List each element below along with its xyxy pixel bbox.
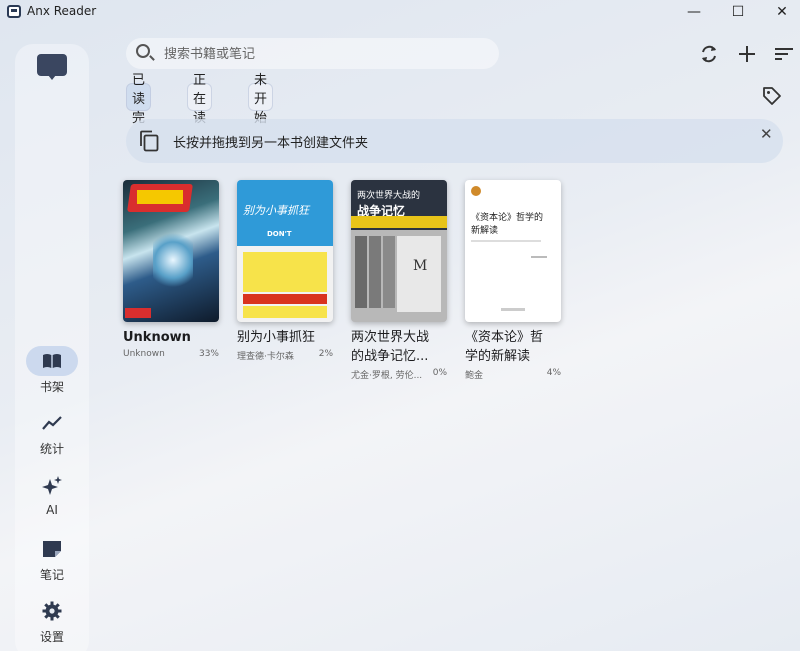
book-card[interactable]: 《资本论》哲学的 新解读 《资本论》哲 学的新解读 鲍金 4% [465,180,561,381]
book-cover[interactable]: 两次世界大战的 战争记忆 M [351,180,447,322]
sidebar-item-settings[interactable]: 设置 [15,596,89,645]
tag-icon [763,87,781,105]
sort-icon [775,48,793,60]
chart-line-icon [42,416,62,430]
book-card[interactable]: 两次世界大战的 战争记忆 M 两次世界大战 的战争记忆... 尤金·罗根, 劳伦… [351,180,447,381]
search-input[interactable] [164,43,484,65]
cover-title-text-2: 新解读 [471,226,499,236]
sidebar-item-label: 统计 [39,442,64,456]
cover-title-text: 《资本论》哲学的 [471,213,544,223]
chat-monitor-icon[interactable] [37,54,67,80]
window-title: Anx Reader [27,4,97,18]
book-progress: 2% [318,349,333,359]
cover-title-text: 两次世界大战的 [357,191,421,201]
sidebar: 书架 统计 AI 笔记 设置 [15,44,89,651]
tag-filter-button[interactable] [762,86,784,108]
sort-button[interactable] [770,40,798,68]
book-card[interactable]: 别为小事抓狂 DON'T 别为小事抓狂 理查德·卡尔森 2% [237,180,333,362]
sidebar-item-label: 笔记 [39,568,64,582]
copy-icon [140,130,159,152]
minimize-button[interactable]: — [672,0,716,24]
sync-icon [702,45,716,63]
maximize-button[interactable]: ☐ [716,0,760,24]
filter-reading[interactable]: 正在读 [187,73,213,126]
book-title: 《资本论》哲 学的新解读 [465,330,544,364]
book-card[interactable]: Unknown Unknown 33% [123,180,219,359]
sync-button[interactable] [695,40,723,68]
drag-hint-banner: 长按并拖拽到另一本书创建文件夹 ✕ [126,119,783,163]
note-icon [43,541,61,557]
sidebar-item-notes[interactable]: 笔记 [15,534,89,583]
close-window-button[interactable]: ✕ [760,0,800,24]
title-bar: Anx Reader — ☐ ✕ [0,0,800,26]
book-progress: 33% [198,349,219,359]
book-title: 别为小事抓狂 [237,330,316,345]
book-author: 鲍金 [465,371,484,381]
book-author: 尤金·罗根, 劳伦... [351,371,423,381]
search-icon [136,44,150,58]
sidebar-item-label: 书架 [39,380,64,394]
plus-icon [739,46,755,62]
add-book-button[interactable] [733,40,761,68]
book-icon [43,354,61,368]
book-title: Unknown [123,330,191,345]
book-cover[interactable]: 《资本论》哲学的 新解读 [465,180,561,322]
book-cover[interactable]: 别为小事抓狂 DON'T [237,180,333,322]
sidebar-item-stats[interactable]: 统计 [15,408,89,457]
sidebar-item-label: AI [46,503,58,517]
book-progress: 4% [546,368,561,378]
sidebar-item-ai[interactable]: AI [15,471,89,517]
sidebar-item-bookshelf[interactable]: 书架 [15,346,89,395]
filter-not-started[interactable]: 未开始 [248,73,274,126]
filter-finished[interactable]: 已读完 [126,73,152,126]
book-progress: 0% [432,368,447,378]
book-cover[interactable] [123,180,219,322]
book-author: Unknown [123,349,165,359]
banner-text: 长按并拖拽到另一本书创建文件夹 [173,136,369,151]
cover-title-text: 别为小事抓狂 [243,204,309,217]
banner-close-button[interactable]: ✕ [760,125,773,143]
book-author: 理查德·卡尔森 [237,352,294,362]
gear-icon [42,601,62,621]
sidebar-item-label: 设置 [39,630,64,644]
search-bar[interactable] [126,38,499,69]
sparkle-icon [42,476,62,495]
book-title: 两次世界大战 的战争记忆... [351,330,430,364]
cover-subtitle-text: DON'T [267,230,292,238]
app-logo-icon [7,5,21,18]
